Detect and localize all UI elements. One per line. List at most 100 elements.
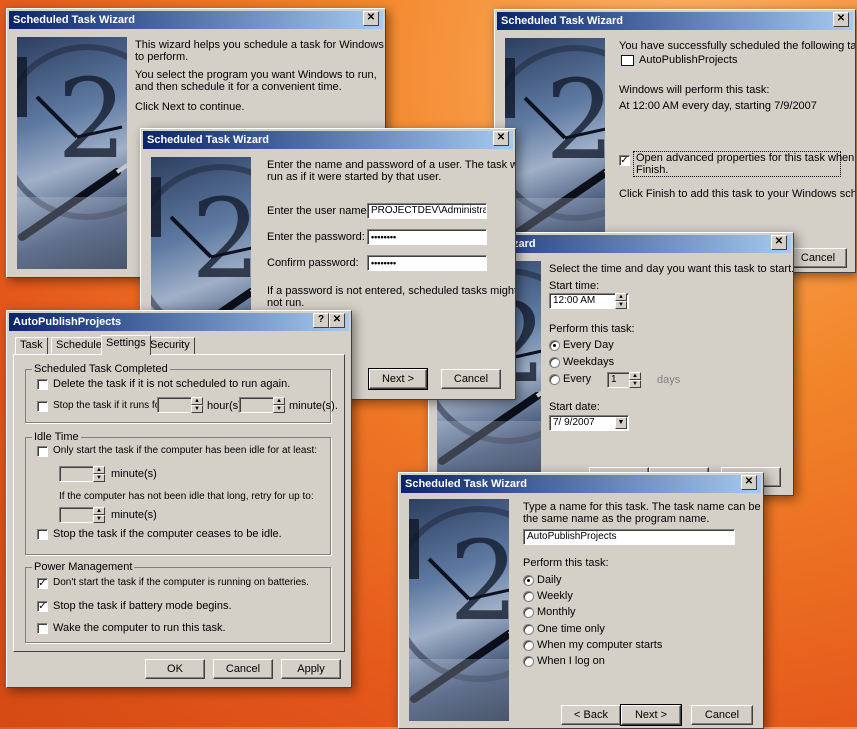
delete-task-checkbox[interactable] (37, 379, 48, 390)
next-button[interactable]: Next > (620, 704, 682, 726)
weekdays-label[interactable]: Weekdays (563, 356, 614, 368)
intro-line-5: Click Next to continue. (135, 101, 245, 113)
daily-label[interactable]: Daily (537, 574, 561, 586)
close-button[interactable]: ✕ (741, 475, 757, 490)
idle-stop-checkbox[interactable] (37, 529, 48, 540)
login-instruction-2: run as if it were started by that user. (267, 171, 442, 183)
title-bar[interactable]: AutoPublishProjects (9, 313, 349, 331)
start-time-label: Start time: (549, 280, 600, 292)
window-title: AutoPublishProjects (13, 316, 122, 328)
cancel-button[interactable]: Cancel (789, 248, 847, 268)
retry-minutes-spinner[interactable]: ▲ ▼ (93, 507, 105, 523)
user-name-field[interactable]: PROJECTDEV\Administrato (367, 203, 487, 219)
password-field[interactable]: •••••••• (367, 229, 487, 245)
cancel-button[interactable]: Cancel (691, 705, 753, 725)
window-title: Scheduled Task Wizard (405, 478, 527, 490)
monthly-label[interactable]: Monthly (537, 606, 576, 618)
confirm-password-field[interactable]: •••••••• (367, 255, 487, 271)
idle-minutes-label: minute(s) (111, 468, 157, 480)
every-label[interactable]: Every (563, 373, 591, 385)
computer-starts-radio[interactable] (523, 640, 534, 651)
battery-dont-start-label[interactable]: Don't start the task if the computer is … (53, 577, 309, 588)
tab-settings[interactable]: Settings (101, 335, 151, 355)
idle-minutes-spinner[interactable]: ▲ ▼ (93, 466, 105, 482)
one-time-radio[interactable] (523, 624, 534, 635)
log-on-label[interactable]: When I log on (537, 655, 605, 667)
battery-dont-start-checkbox[interactable]: ✓ (37, 578, 48, 589)
start-date-field[interactable]: 7/ 9/2007 ▼ (549, 415, 629, 431)
stop-task-checkbox[interactable] (37, 401, 48, 412)
clock-pen-image (409, 499, 509, 721)
computer-starts-label[interactable]: When my computer starts (537, 639, 662, 651)
weekdays-radio[interactable] (549, 357, 560, 368)
close-button[interactable]: ✕ (363, 11, 379, 26)
password-note-2: not run. (267, 297, 305, 309)
group-label: Idle Time (32, 431, 81, 443)
close-button[interactable]: ✕ (493, 131, 509, 146)
stop-hours-spinner[interactable]: ▲ ▼ (191, 397, 203, 413)
window-title: Scheduled Task Wizard (501, 15, 623, 27)
title-bar[interactable]: Scheduled Task Wizard (9, 11, 383, 29)
days-label: days (657, 374, 681, 386)
start-date-value: 7/ 9/2007 (553, 417, 595, 428)
idle-stop-label[interactable]: Stop the task if the computer ceases to … (53, 528, 282, 540)
chevron-down-icon[interactable]: ▼ (615, 417, 627, 429)
ok-button[interactable]: OK (145, 659, 205, 679)
task-name-field[interactable]: AutoPublishProjects (523, 529, 735, 545)
one-time-label[interactable]: One time only (537, 623, 605, 635)
click-finish-text: Click Finish to add this task to your Wi… (619, 188, 855, 200)
next-button[interactable]: Next > (368, 368, 428, 390)
advanced-focus-box[interactable]: Open advanced properties for this task w… (633, 151, 855, 177)
user-name-label: Enter the user name: (267, 205, 370, 217)
advanced-properties-checkbox[interactable]: ✓ (619, 155, 630, 166)
battery-stop-label[interactable]: Stop the task if battery mode begins. (53, 600, 232, 612)
advanced-line-2: Finish. (636, 164, 669, 176)
every-days-spinner[interactable]: ▲ ▼ (629, 372, 641, 388)
weekly-radio[interactable] (523, 591, 534, 602)
wake-label[interactable]: Wake the computer to run this task. (53, 622, 226, 634)
apply-button[interactable]: Apply (281, 659, 341, 679)
name-instruction-1: Type a name for this task. The task name… (523, 501, 761, 513)
back-button[interactable]: < Back (561, 705, 621, 725)
wizard-artwork (409, 499, 509, 721)
monthly-radio[interactable] (523, 607, 534, 618)
cancel-button[interactable]: Cancel (441, 369, 501, 389)
group-label: Scheduled Task Completed (32, 363, 170, 375)
tab-schedule[interactable]: Schedule (51, 337, 107, 354)
stop-minutes-spinner[interactable]: ▲ ▼ (273, 397, 285, 413)
every-day-radio[interactable] (549, 340, 560, 351)
confirm-password-label: Confirm password: (267, 257, 359, 269)
weekly-label[interactable]: Weekly (537, 590, 573, 602)
every-radio[interactable] (549, 374, 560, 385)
tab-security[interactable]: Security (145, 337, 195, 354)
perform-value: At 12:00 AM every day, starting 7/9/2007 (619, 100, 817, 112)
start-time-spinner[interactable]: ▲ ▼ (615, 293, 627, 309)
close-button[interactable]: ✕ (771, 235, 787, 250)
idle-only-checkbox[interactable] (37, 446, 48, 457)
idle-only-label[interactable]: Only start the task if the computer has … (53, 445, 317, 456)
title-bar[interactable]: Scheduled Task Wizard (401, 475, 761, 493)
wizard-artwork (505, 38, 605, 260)
cancel-button[interactable]: Cancel (213, 659, 273, 679)
tab-task[interactable]: Task (15, 337, 48, 354)
delete-task-label[interactable]: Delete the task if it is not scheduled t… (53, 378, 290, 390)
perform-label: Perform this task: (523, 557, 609, 569)
every-day-label[interactable]: Every Day (563, 339, 614, 351)
advanced-line-1: Open advanced properties for this task w… (636, 152, 855, 164)
title-bar[interactable]: Scheduled Task Wizard (497, 12, 853, 30)
group-label: Power Management (32, 561, 135, 573)
log-on-radio[interactable] (523, 656, 534, 667)
close-button[interactable]: ✕ (329, 313, 345, 328)
start-date-label: Start date: (549, 401, 600, 413)
wizard-name-dialog: Scheduled Task Wizard ✕ Type a name for … (398, 472, 764, 729)
name-instruction-2: the same name as the program name. (523, 513, 710, 525)
daily-radio[interactable] (523, 575, 534, 586)
intro-line-4: and then schedule it for a convenient ti… (135, 81, 342, 93)
stop-task-label[interactable]: Stop the task if it runs for: (53, 400, 166, 411)
wake-checkbox[interactable] (37, 623, 48, 634)
title-bar[interactable]: Scheduled Task Wizard (143, 131, 513, 149)
help-button[interactable]: ? (313, 313, 329, 328)
perform-label: Windows will perform this task: (619, 84, 770, 96)
battery-stop-checkbox[interactable]: ✓ (37, 601, 48, 612)
close-button[interactable]: ✕ (833, 12, 849, 27)
